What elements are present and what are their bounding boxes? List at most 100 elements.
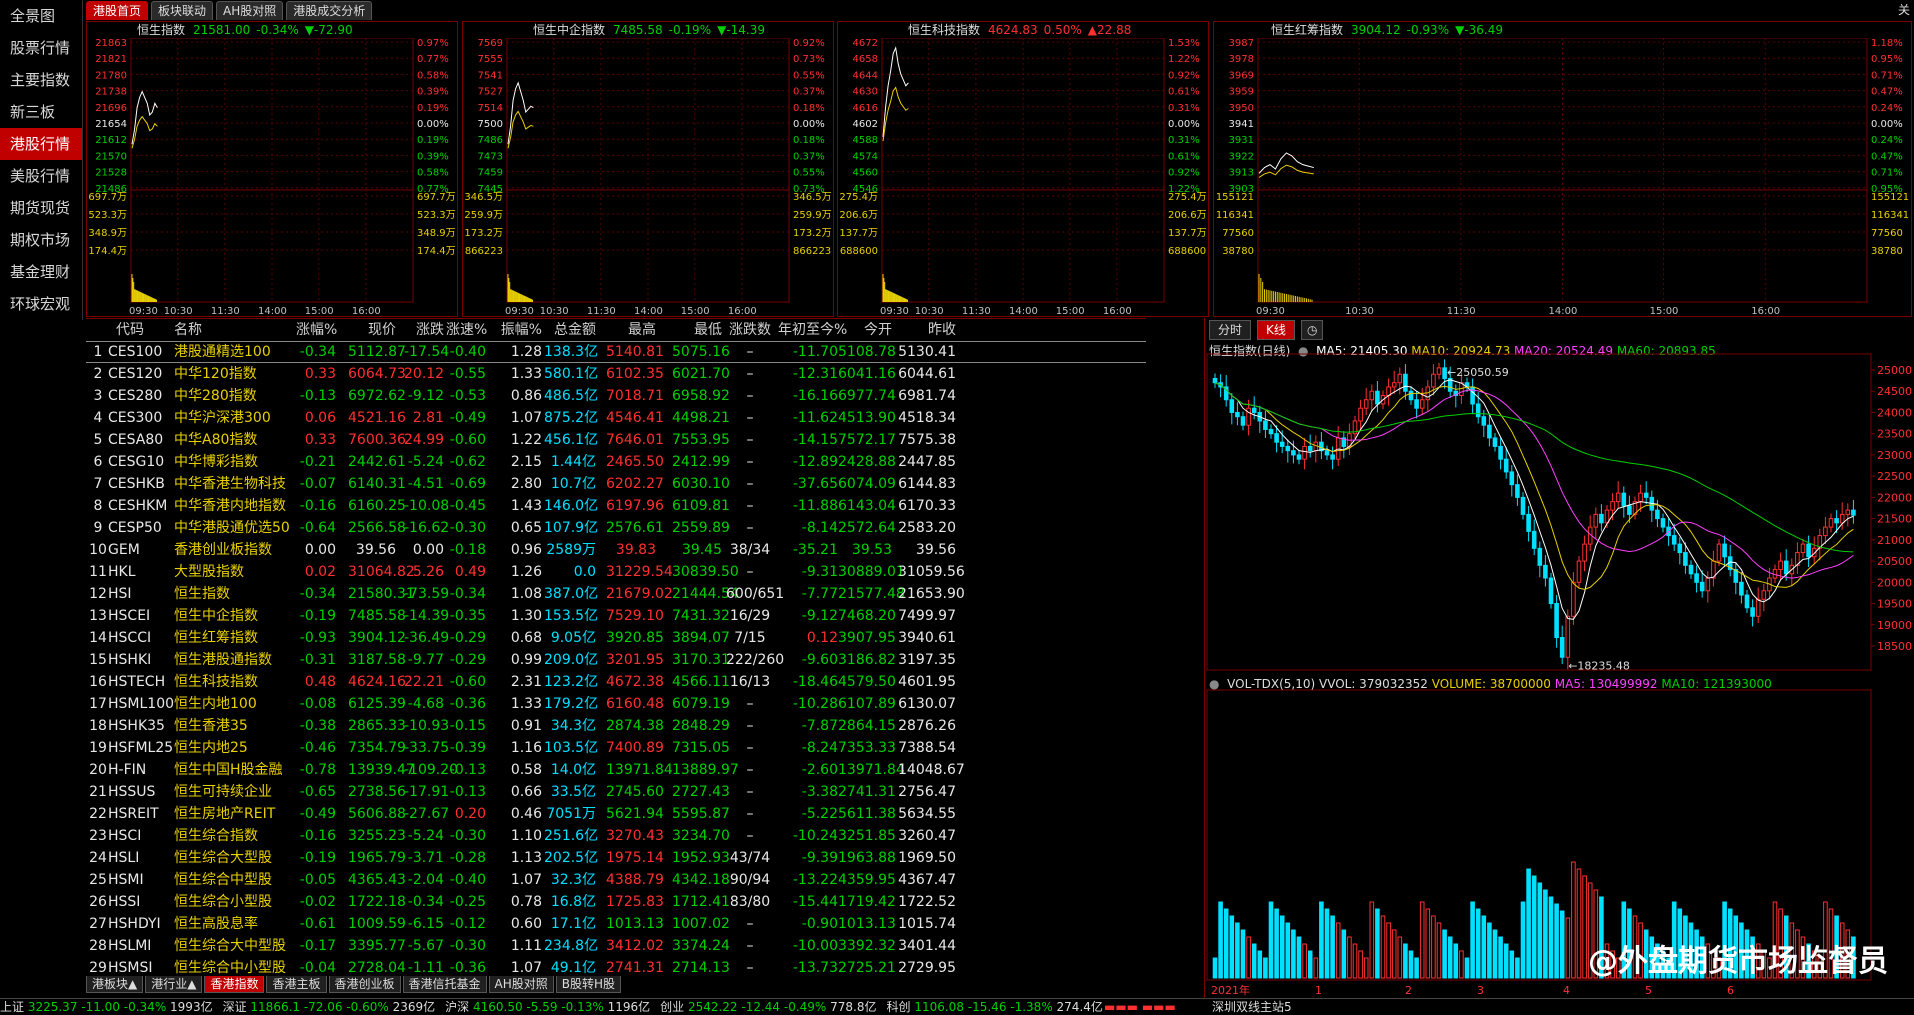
table-row[interactable]: 20 H-FIN 恒生中国H股金融 -0.78 13939.47 -109.20 -0.13… — [86, 759, 1146, 781]
tab-bottom[interactable]: 香港信托基金 — [402, 976, 487, 993]
cell: – — [746, 498, 754, 514]
cell: -0.17 — [299, 938, 336, 954]
cell: -11.70 — [792, 344, 838, 360]
cell: -7.77 — [801, 586, 838, 602]
vol-tick: 259.9万 — [793, 210, 832, 221]
candle-body — [1750, 607, 1755, 617]
col-header[interactable]: 最高 — [606, 319, 656, 341]
table-row[interactable]: 5 CESA80 中华A80指数 0.33 7600.36 24.99 -0.60 1.22 4… — [86, 429, 1146, 451]
cell: -3.38 — [801, 784, 838, 800]
table-row[interactable]: 21 HSSUS 恒生可持续企业 -0.65 2738.56 -17.91 -0.13 0.6… — [86, 781, 1146, 803]
vol-tick: 137.7万 — [1168, 228, 1207, 239]
col-header[interactable]: 最低 — [672, 319, 722, 341]
top-right-close[interactable]: 关 — [1898, 1, 1910, 18]
table-row[interactable]: 22 HSREIT 恒生房地产REIT -0.49 5606.88 -27.67 0.20 0… — [86, 803, 1146, 825]
cell: 6064.73 — [348, 366, 406, 382]
cell: HSHKI — [108, 652, 152, 668]
tab-bottom[interactable]: B股转H股 — [555, 976, 622, 993]
table-row[interactable]: 28 HSLMI 恒生综合大中型股 -0.17 3395.77 -5.67 -0.30 1.1… — [86, 935, 1146, 957]
col-header[interactable]: 现价 — [348, 319, 396, 341]
table-row[interactable]: 11 HKL 大型股指数 0.02 31064.82 5.26 0.49 1.26 0.0 312… — [86, 561, 1146, 583]
candle-body — [1683, 552, 1688, 566]
col-header[interactable]: 涨跌数 — [726, 319, 774, 341]
kline-chart[interactable]: 25000 24500 24000 23500 23000 22500 22000 21500… — [1205, 318, 1914, 998]
table-row[interactable]: 1 CES100 港股通精选100 -0.34 5112.87 -17.54 -0.40 1.… — [86, 341, 1146, 363]
nav-item[interactable]: 全景图 — [0, 0, 82, 32]
cell: 6074.09 — [838, 476, 896, 492]
cell: 4601.95 — [898, 674, 956, 690]
table-row[interactable]: 10 GEM 香港创业板指数 0.00 39.56 0.00 -0.18 0.96 2589万 3… — [86, 539, 1146, 561]
table-row[interactable]: 27 HSHDYI 恒生高股息率 -0.61 1009.59 -6.15 -0.12 0.60… — [86, 913, 1146, 935]
col-header[interactable]: 代码 — [116, 319, 178, 341]
table-row[interactable]: 6 CESG10 中华博彩指数 -0.21 2442.61 -5.24 -0.62 2.15 1… — [86, 451, 1146, 473]
nav-item[interactable]: 港股行情 — [0, 128, 82, 160]
table-row[interactable]: 13 HSCEI 恒生中企指数 -0.19 7485.58 -14.39 -0.35 1.30… — [86, 605, 1146, 627]
col-header[interactable]: 总金额 — [544, 319, 596, 341]
table-row[interactable]: 15 HSHKI 恒生港股通指数 -0.31 3187.58 -9.77 -0.29 0.99… — [86, 649, 1146, 671]
cell: 1.16 — [510, 740, 542, 756]
mini-panel-1[interactable]: 恒生中企指数 7485.58 -0.19% ▼-14.39 7569 0.92% 7555 0… — [462, 21, 834, 317]
table-row[interactable]: 2 CES120 中华120指数 0.33 6064.73 20.12 -0.55 1.33 5… — [86, 363, 1146, 385]
table-row[interactable]: 16 HSTECH 恒生科技指数 0.48 4624.16 22.21 -0.60 2.31 1… — [86, 671, 1146, 693]
cell: 5595.87 — [672, 806, 730, 822]
table-row[interactable]: 25 HSMI 恒生综合中型股 -0.05 4365.43 -2.04 -0.40 1.07 3… — [86, 869, 1146, 891]
table-row[interactable]: 7 CESHKB 中华香港生物科技 -0.07 6140.31 -4.51 -0.69 2.8… — [86, 473, 1146, 495]
mini-panel-2[interactable]: 恒生科技指数 4624.83 0.50% ▲22.88 4672 1.53% 4658 1.2… — [837, 21, 1209, 317]
mini-panel-3[interactable]: 恒生红筹指数 3904.12 -0.93% ▼-36.49 3987 1.18% 3978 0… — [1213, 21, 1912, 317]
col-header[interactable]: 涨跌 — [404, 319, 444, 341]
table-row[interactable]: 12 HSI 恒生指数 -0.34 21580.31 -73.59 -0.34 1.08 387… — [86, 583, 1146, 605]
cell: 6109.81 — [672, 498, 730, 514]
table-row[interactable]: 3 CES280 中华280指数 -0.13 6972.62 -9.12 -0.53 0.86… — [86, 385, 1146, 407]
cell: – — [746, 696, 754, 712]
tab-top[interactable]: AH股对照 — [216, 1, 284, 20]
table-row[interactable]: 18 HSHK35 恒生香港35 -0.38 2865.33 -10.93 -0.15 0.9… — [86, 715, 1146, 737]
nav-item[interactable]: 环球宏观 — [0, 288, 82, 320]
table-row[interactable]: 14 HSCCI 恒生红筹指数 -0.93 3904.12 -36.49 -0.29 0.68… — [86, 627, 1146, 649]
mini-chart: 3987 1.18% 3978 0.95% 3969 0.71% 3959 0.47% 3950… — [1216, 38, 1909, 316]
col-header[interactable]: 涨速% — [446, 319, 487, 341]
tab-top[interactable]: 板块联动 — [151, 1, 214, 20]
nav-item[interactable]: 基金理财 — [0, 256, 82, 288]
tab-top[interactable]: 港股成交分析 — [286, 1, 373, 20]
cell: -0.61 — [299, 916, 336, 932]
tab-bottom[interactable]: AH股对照 — [488, 976, 554, 993]
vol-tick: 688600 — [840, 246, 878, 257]
col-header[interactable]: 年初至今% — [778, 319, 847, 341]
cell: 0.66 — [510, 784, 542, 800]
tab-bottom[interactable]: 香港主板 — [266, 976, 327, 993]
table-row[interactable]: 24 HSLI 恒生综合大型股 -0.19 1965.79 -3.71 -0.28 1.13 2… — [86, 847, 1146, 869]
mini-chg: ▼-72.90 — [304, 23, 353, 37]
candle-body — [1800, 543, 1806, 554]
nav-item[interactable]: 期权市场 — [0, 224, 82, 256]
tab-top[interactable]: 港股首页 — [86, 1, 149, 20]
nav-item[interactable]: 主要指数 — [0, 64, 82, 96]
tab-bottom[interactable]: 港行业▲ — [145, 976, 203, 993]
nav-item[interactable]: 期货现货 — [0, 192, 82, 224]
nav-item[interactable]: 股票行情 — [0, 32, 82, 64]
cell: – — [746, 762, 754, 778]
tab-bottom[interactable]: 香港创业板 — [328, 976, 401, 993]
tab-bottom[interactable]: 香港指数 — [204, 976, 265, 993]
table-row[interactable]: 26 HSSI 恒生综合小型股 -0.02 1722.18 -0.34 -0.25 0.78 1… — [86, 891, 1146, 913]
table-row[interactable]: 4 CES300 中华沪深港300 0.06 4521.16 2.81 -0.49 1.07 8… — [86, 407, 1146, 429]
status-pct: -0.49% — [780, 1000, 827, 1014]
cell: CES120 — [108, 366, 163, 382]
table-row[interactable]: 23 HSCI 恒生综合指数 -0.16 3255.23 -5.24 -0.30 1.10 25… — [86, 825, 1146, 847]
col-header[interactable]: 涨幅% — [296, 319, 337, 341]
table-row[interactable]: 17 HSML100 恒生内地100 -0.08 6125.39 -4.68 -0.36 1.… — [86, 693, 1146, 715]
col-header[interactable]: 今开 — [838, 319, 892, 341]
tab-bottom[interactable]: 港板块▲ — [86, 976, 144, 993]
nav-item[interactable]: 新三板 — [0, 96, 82, 128]
nav-item[interactable]: 美股行情 — [0, 160, 82, 192]
table-row[interactable]: 8 CESHKM 中华香港内地指数 -0.16 6160.25 -10.08 -0.45 1.… — [86, 495, 1146, 517]
col-header[interactable]: 振幅% — [500, 319, 542, 341]
x-tick: 2021年 — [1211, 983, 1250, 997]
status-label: 创业 — [660, 1000, 685, 1014]
col-header[interactable]: 昨收 — [898, 319, 956, 341]
col-header[interactable]: 名称 — [174, 319, 296, 341]
table-row[interactable]: 19 HSFML25 恒生内地25 -0.46 7354.79 -33.75 -0.39 1.… — [86, 737, 1146, 759]
mini-panel-0[interactable]: 恒生指数 21581.00 -0.34% ▼-72.90 21863 0.97% 21821… — [86, 21, 458, 317]
volume-bar — [1397, 936, 1403, 979]
table-row[interactable]: 9 CESP50 中华港股通优选50 -0.64 2566.58 -16.62 -0.30 0… — [86, 517, 1146, 539]
cell: 138.3亿 — [544, 344, 599, 360]
